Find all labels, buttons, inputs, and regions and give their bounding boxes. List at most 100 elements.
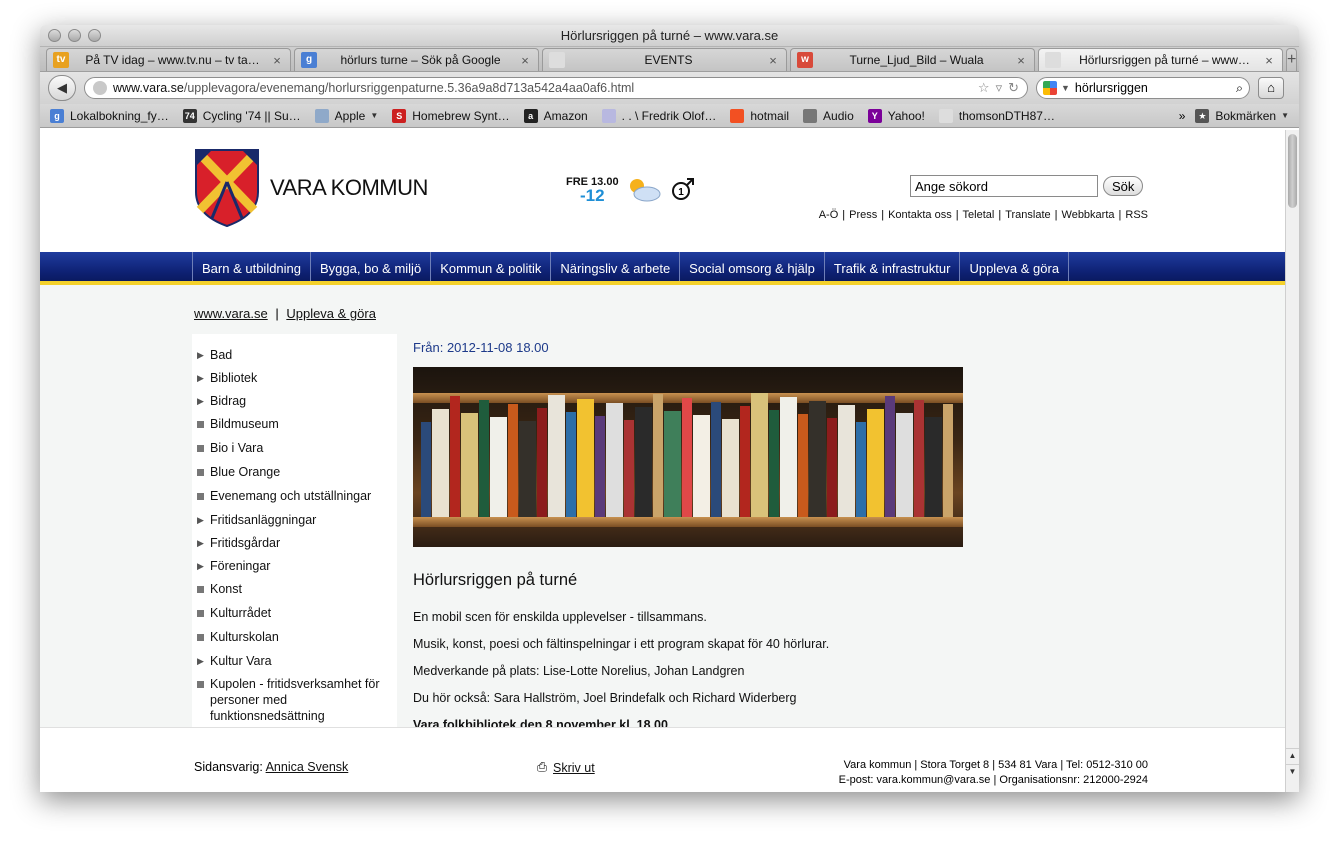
site-search-button[interactable]: Sök — [1103, 176, 1144, 196]
responsible-link[interactable]: Annica Svensk — [266, 760, 349, 774]
close-icon[interactable]: × — [1014, 53, 1028, 68]
weather-widget[interactable]: FRE 13.00 -12 1 — [566, 174, 697, 204]
section-nav-item[interactable]: ▶ Fritidsanläggningar — [192, 509, 397, 532]
book-spine — [885, 396, 895, 517]
browser-tab[interactable]: tv På TV idag – www.tv.nu – tv ta… × — [46, 48, 291, 71]
bookmark-item[interactable]: Audio — [803, 108, 854, 123]
scrollbar-thumb[interactable] — [1288, 134, 1297, 208]
browser-tab[interactable]: Hörlursriggen på turné – www… × — [1038, 48, 1283, 71]
breadcrumb-home[interactable]: www.vara.se — [194, 306, 268, 321]
browser-search-bar[interactable]: ▼ hörlursriggen ⌕ — [1036, 77, 1250, 99]
main-nav-item[interactable]: Bygga, bo & miljö — [310, 252, 430, 281]
section-nav-item[interactable]: Bildmuseum — [192, 413, 397, 437]
section-nav-item[interactable]: ▶ Bad — [192, 344, 397, 367]
home-button[interactable]: ⌂ — [1258, 77, 1284, 99]
bookmarks-overflow-button[interactable]: » — [1179, 109, 1186, 123]
section-nav-item[interactable]: Kupolen - fritidsverksamhet för personer… — [192, 673, 397, 728]
new-tab-button[interactable]: + — [1286, 48, 1298, 71]
bookmarks-icon: ★ — [1195, 108, 1210, 123]
bookmark-label: thomsonDTH87… — [958, 108, 1055, 123]
section-nav-item[interactable]: Kulturrådet — [192, 602, 397, 626]
triangle-right-icon: ▶ — [197, 396, 204, 406]
close-icon[interactable]: × — [518, 53, 532, 68]
section-nav-item[interactable]: Kulturskolan — [192, 626, 397, 650]
section-nav-item[interactable]: Evenemang och utställningar — [192, 485, 397, 509]
minimize-window-button[interactable] — [68, 29, 81, 42]
section-nav-item[interactable]: ▶ Föreningar — [192, 555, 397, 578]
site-header: VARA KOMMUN FRE 13.00 -12 1 Ange sökord … — [40, 130, 1285, 252]
browser-tab[interactable]: g hörlurs turne – Sök på Google × — [294, 48, 539, 71]
bookmark-star-icon[interactable]: ☆ — [978, 80, 990, 96]
navigation-bar: ◀ www.vara.se/upplevagora/evenemang/horl… — [40, 72, 1299, 104]
main-nav-item[interactable]: Trafik & infrastruktur — [823, 252, 960, 281]
main-nav-item[interactable]: Kommun & politik — [430, 252, 550, 281]
close-icon[interactable]: × — [766, 53, 780, 68]
section-nav-item[interactable]: ▶ Bibliotek — [192, 367, 397, 390]
vertical-scrollbar[interactable]: ▲ ▼ — [1285, 130, 1299, 792]
close-icon[interactable]: × — [1262, 53, 1276, 68]
link-separator: | — [842, 209, 846, 221]
amazon-icon: a — [523, 108, 538, 123]
triangle-right-icon: ▶ — [197, 373, 204, 383]
bookmark-item[interactable]: thomsonDTH87… — [938, 108, 1055, 123]
bookmark-item[interactable]: 74 Cycling '74 || Su… — [182, 108, 301, 123]
back-button[interactable]: ◀ — [48, 75, 76, 101]
apple-icon — [803, 108, 818, 123]
wind-direction-icon: 1 — [671, 178, 694, 200]
article-paragraph: Musik, konst, poesi och fältinspelningar… — [413, 637, 830, 651]
book-spine — [722, 419, 739, 517]
top-link[interactable]: Webbkarta — [1062, 209, 1115, 221]
scroll-down-arrow[interactable]: ▼ — [1286, 764, 1299, 778]
yahoo-icon: Y — [867, 108, 882, 123]
address-bar[interactable]: www.vara.se/upplevagora/evenemang/horlur… — [84, 77, 1028, 99]
zoom-window-button[interactable] — [88, 29, 101, 42]
section-nav-item[interactable]: ▶ Fritidsgårdar — [192, 532, 397, 555]
link-separator: | — [955, 209, 959, 221]
section-nav-item[interactable]: Blue Orange — [192, 461, 397, 485]
section-nav-item[interactable]: Bio i Vara — [192, 437, 397, 461]
triangle-right-icon: ▶ — [197, 656, 204, 666]
book-spine — [682, 398, 692, 517]
close-icon[interactable]: × — [270, 53, 284, 68]
main-nav-item[interactable]: Barn & utbildning — [192, 252, 310, 281]
top-link[interactable]: Translate — [1005, 209, 1050, 221]
print-link[interactable]: Skriv ut — [553, 761, 595, 775]
chevron-down-icon[interactable]: ▿ — [996, 80, 1003, 96]
book-spine — [693, 415, 710, 517]
top-link[interactable]: Press — [849, 209, 877, 221]
top-link[interactable]: Kontakta oss — [888, 209, 952, 221]
scroll-up-arrow[interactable]: ▲ — [1286, 748, 1299, 762]
section-nav-item[interactable]: Konst — [192, 578, 397, 602]
bookmark-item[interactable]: hotmail — [730, 108, 789, 123]
top-link[interactable]: RSS — [1125, 209, 1148, 221]
section-nav-item[interactable]: ▶ Bidrag — [192, 390, 397, 413]
reload-icon[interactable]: ↻ — [1008, 80, 1019, 96]
site-logo[interactable]: VARA KOMMUN — [194, 148, 428, 228]
book-spine — [461, 413, 478, 517]
bookmark-item[interactable]: Y Yahoo! — [867, 108, 925, 123]
book-spine — [577, 399, 594, 517]
bookmarks-menu[interactable]: ★ Bokmärken ▼ — [1195, 108, 1289, 123]
main-nav-item[interactable]: Uppleva & göra — [959, 252, 1070, 281]
book-spine — [780, 397, 797, 517]
main-nav-item[interactable]: Näringsliv & arbete — [550, 252, 679, 281]
browser-tab[interactable]: EVENTS × — [542, 48, 787, 71]
site-search-input[interactable] — [910, 175, 1098, 197]
bookmark-item[interactable]: g Lokalbokning_fy… — [50, 108, 169, 123]
top-link[interactable]: Teletal — [963, 209, 995, 221]
bookmark-label: . . \ Fredrik Olof… — [621, 108, 717, 123]
bookmark-label: Cycling '74 || Su… — [202, 108, 301, 123]
bookmark-item[interactable]: S Homebrew Synt… — [392, 108, 510, 123]
bookmark-item[interactable]: Apple ▼ — [314, 108, 378, 123]
top-link[interactable]: A-Ö — [819, 209, 839, 221]
link-separator: | — [1054, 209, 1058, 221]
section-nav-item[interactable]: ▶ Kultur Vara — [192, 650, 397, 673]
breadcrumb-current[interactable]: Uppleva & göra — [286, 306, 376, 321]
bookmark-item[interactable]: . . \ Fredrik Olof… — [601, 108, 717, 123]
magnifier-icon[interactable]: ⌕ — [1236, 81, 1243, 96]
main-nav-item[interactable]: Social omsorg & hjälp — [679, 252, 824, 281]
browser-tab[interactable]: w Turne_Ljud_Bild – Wuala × — [790, 48, 1035, 71]
bookmark-item[interactable]: a Amazon — [523, 108, 588, 123]
book-spine — [711, 402, 721, 517]
close-window-button[interactable] — [48, 29, 61, 42]
